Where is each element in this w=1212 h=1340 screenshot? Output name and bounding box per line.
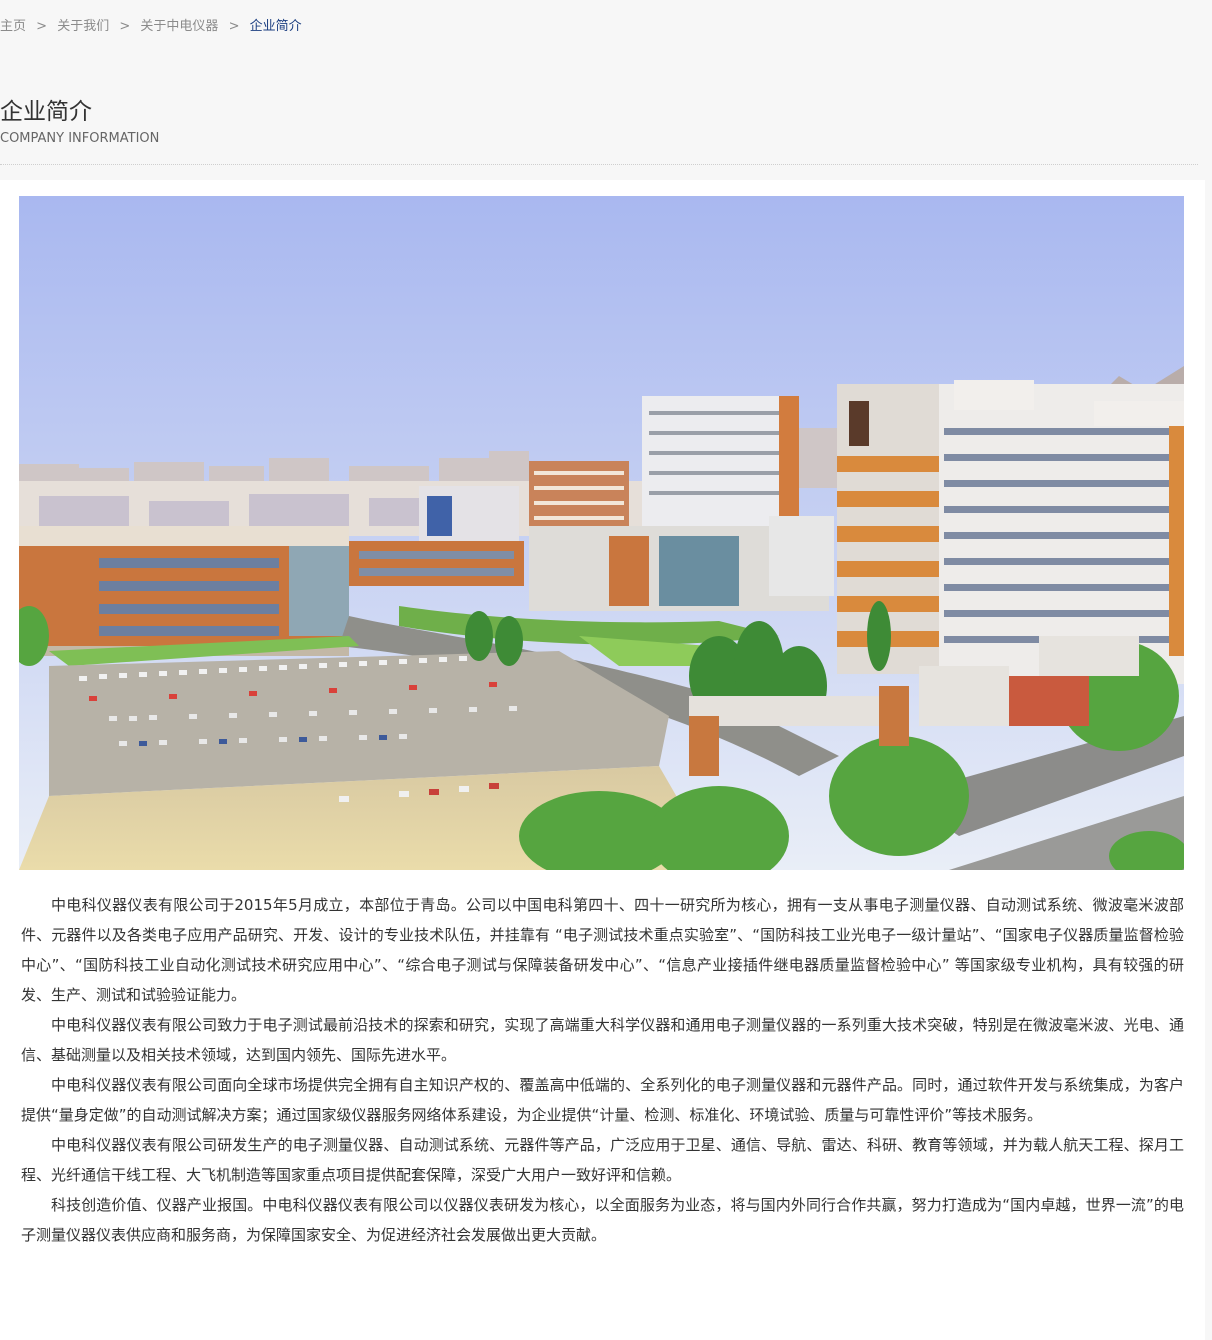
page-title: 企业简介 [0, 99, 92, 125]
breadcrumb-current-page: 企业简介 [249, 19, 302, 34]
breadcrumb-separator: > [228, 19, 240, 34]
campus-photo-illustration [19, 196, 1184, 870]
intro-paragraph: 科技创造价值、仪器产业报国。中电科仪器仪表有限公司以仪器仪表研发为核心，以全面服… [21, 1196, 1184, 1244]
breadcrumb-home-link[interactable]: 主页 [0, 19, 26, 34]
intro-paragraph: 中电科仪器仪表有限公司致力于电子测试最前沿技术的探索和研究，实现了高端重大科学仪… [21, 1016, 1184, 1064]
intro-paragraph: 中电科仪器仪表有限公司研发生产的电子测量仪器、自动测试系统、元器件等产品，广泛应… [21, 1136, 1184, 1184]
breadcrumb-separator: > [36, 19, 48, 34]
intro-paragraph: 中电科仪器仪表有限公司于2015年5月成立，本部位于青岛。公司以中国电科第四十、… [21, 896, 1184, 1004]
company-introduction-text: 中电科仪器仪表有限公司于2015年5月成立，本部位于青岛。公司以中国电科第四十、… [21, 890, 1184, 1250]
breadcrumb: 主页 > 关于我们 > 关于中电仪器 > 企业简介 [0, 17, 302, 37]
page-subtitle: COMPANY INFORMATION [0, 131, 160, 146]
content-panel: 中电科仪器仪表有限公司于2015年5月成立，本部位于青岛。公司以中国电科第四十、… [0, 180, 1205, 1340]
header-divider [0, 164, 1198, 165]
campus-photo [19, 196, 1184, 870]
intro-paragraph: 中电科仪器仪表有限公司面向全球市场提供完全拥有自主知识产权的、覆盖高中低端的、全… [21, 1076, 1184, 1124]
breadcrumb-about-company-link[interactable]: 关于中电仪器 [140, 19, 218, 34]
breadcrumb-about-us-link[interactable]: 关于我们 [57, 19, 109, 34]
breadcrumb-separator: > [119, 19, 131, 34]
